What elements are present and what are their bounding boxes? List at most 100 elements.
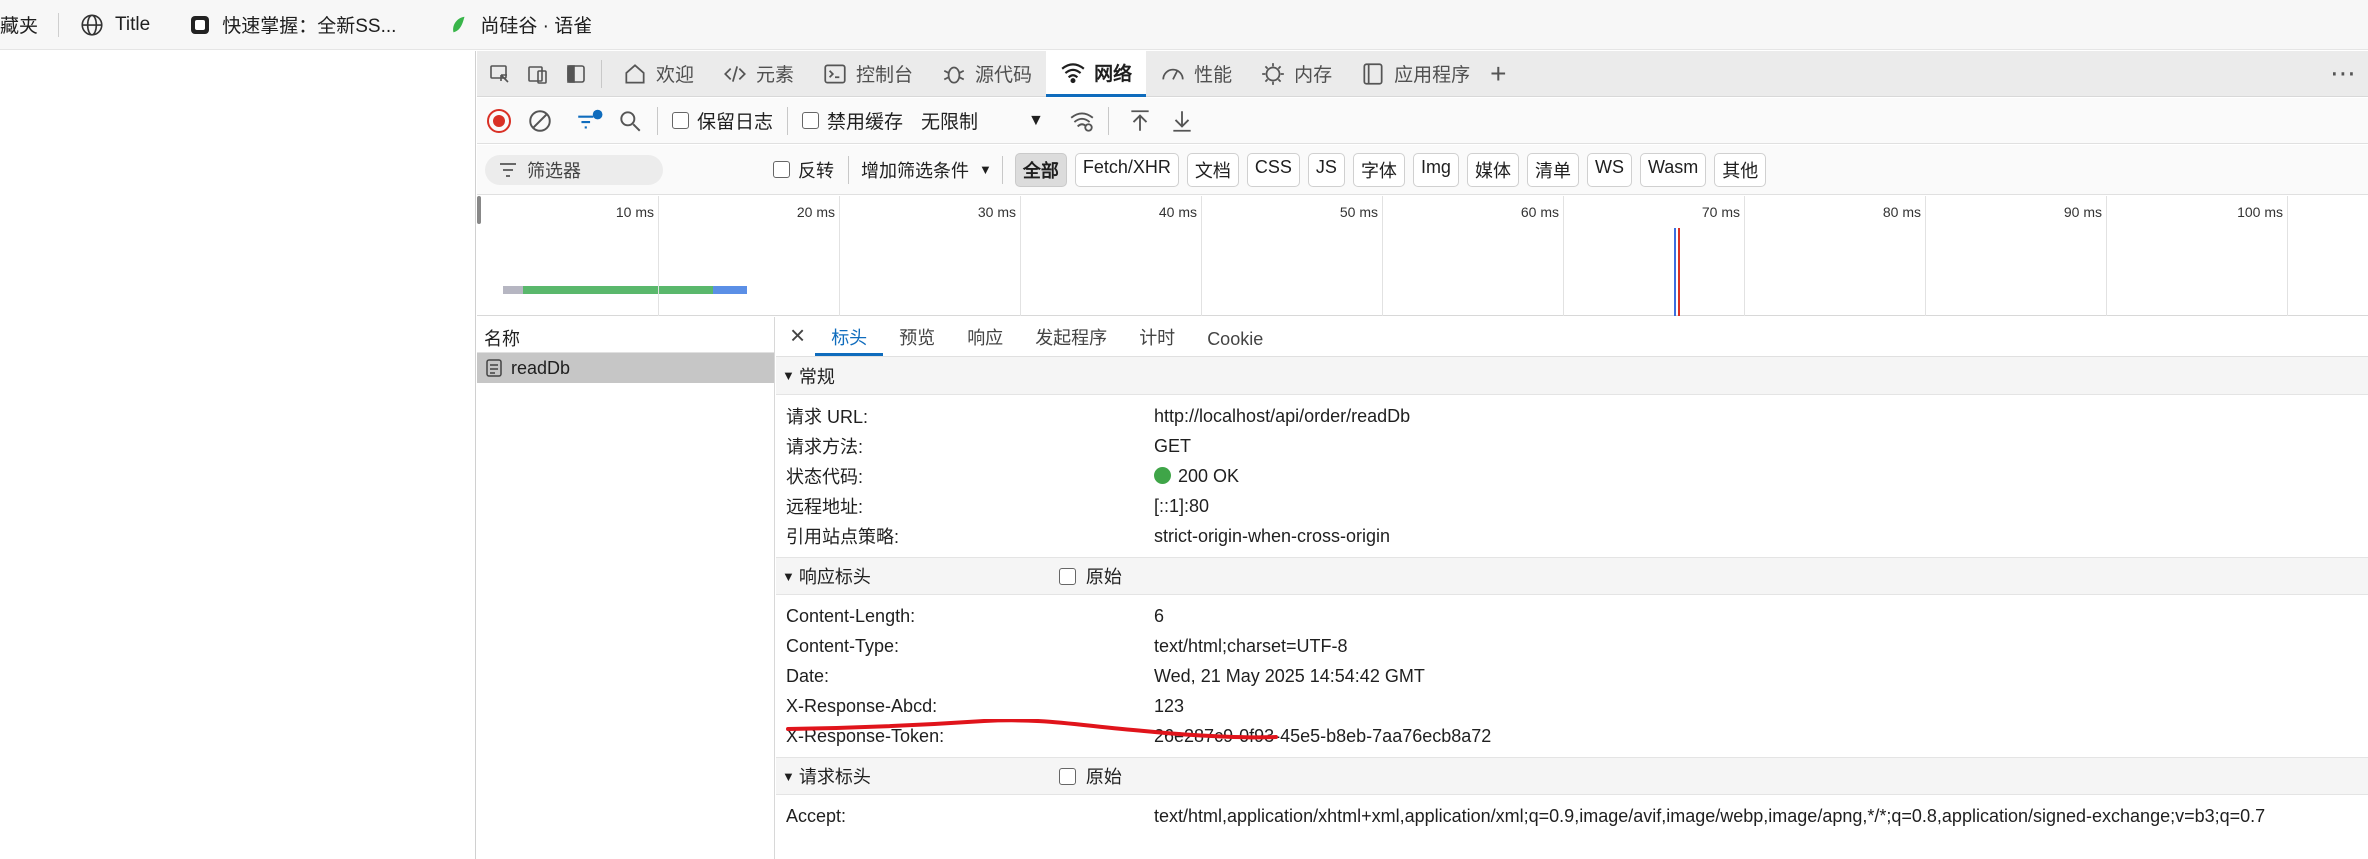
raw-request-headers-checkbox[interactable] [1058,767,1076,785]
code-icon [724,65,746,82]
type-filter-button[interactable]: Img [1412,152,1459,187]
tab-sources[interactable]: 源代码 [927,51,1046,97]
timeline-overview: 10 ms 20 ms 30 ms 40 ms 50 ms 60 ms 70 ms 80 ms… [477,196,2368,316]
request-row[interactable]: readDb [477,353,774,383]
tab-label: 内存 [1294,65,1333,86]
timeline-gridline [2287,196,2288,316]
load-marker [1678,228,1680,316]
tab-performance[interactable]: 性能 [1146,51,1246,97]
disable-cache-checkbox[interactable] [802,112,820,129]
invert-label: 反转 [798,160,834,181]
close-details-button[interactable]: × [776,322,815,356]
type-filter-button[interactable]: 清单 [1526,152,1579,187]
tab-response[interactable]: 响应 [951,324,1019,356]
add-tab-button[interactable]: + [1490,58,1506,90]
import-har-icon[interactable] [1127,108,1153,134]
header-row: 引用站点策略: strict-origin-when-cross-origin [776,521,2368,551]
header-row: 请求 URL: http://localhost/api/order/readDb [776,401,2368,431]
section-title: 请求标头 [798,767,871,787]
tab-preview[interactable]: 预览 [883,324,951,356]
timeline-left-handle[interactable] [477,196,481,224]
type-filter-button[interactable]: 其他 [1714,152,1767,187]
network-conditions-icon[interactable] [1068,108,1096,134]
record-icon [493,114,505,127]
bookmark-favorites[interactable]: 藏夹 [0,11,38,38]
bookmark-title[interactable]: Title [79,12,150,38]
more-options-button[interactable]: ⋯ [2330,58,2356,89]
tab-cookies[interactable]: Cookie [1191,329,1279,356]
header-value: text/html,application/xhtml+xml,applicat… [1154,805,2266,826]
timeline-tick-label: 100 ms [2237,204,2283,220]
more-filters-dropdown[interactable]: 增加筛选条件 ▼ [861,157,992,183]
tab-timing[interactable]: 计时 [1123,324,1191,356]
type-filter-button[interactable]: 字体 [1352,152,1405,187]
status-text: 200 OK [1178,465,1240,486]
header-value: Wed, 21 May 2025 14:54:42 GMT [1154,665,1425,686]
tab-welcome[interactable]: 欢迎 [608,51,708,97]
header-value: strict-origin-when-cross-origin [1154,525,1391,546]
filter-placeholder: 筛选器 [527,160,581,181]
request-name: readDb [511,357,571,378]
type-filter-button[interactable]: CSS [1246,152,1300,187]
name-column-header[interactable]: 名称 [477,317,774,353]
filter-icon[interactable] [575,108,603,134]
type-filter-button[interactable]: Fetch/XHR [1074,152,1179,187]
type-filter-button[interactable]: JS [1307,152,1345,187]
timeline-tick-label: 20 ms [796,204,835,220]
bookmark-ssm[interactable]: 快速掌握：全新SS... [188,11,396,38]
timeline-tick-label: 80 ms [1882,204,1921,220]
bookmark-label: 尚硅谷 · 语雀 [480,16,593,37]
timeline-tick-label: 50 ms [1339,204,1378,220]
triangle-down-icon: ▼ [782,368,795,383]
invert-checkbox[interactable] [773,161,790,178]
dock-side-icon[interactable] [563,61,589,87]
raw-response-headers-checkbox[interactable] [1058,567,1076,585]
device-toolbar-icon[interactable] [525,61,551,87]
console-icon [824,63,846,84]
tab-console[interactable]: 控制台 [808,51,927,97]
page-viewport [0,51,476,859]
timeline-tick-label: 40 ms [1158,204,1197,220]
filter-bar: 筛选器 反转 增加筛选条件 ▼ 全部 Fetch/XHR 文档 CSS JS 字体 Img 媒… [477,145,2368,195]
general-section-header[interactable]: ▼ 常规 [776,357,2368,395]
bookmark-yuque[interactable]: 尚硅谷 · 语雀 [448,11,592,38]
tab-elements[interactable]: 元素 [708,51,808,97]
bookmarks-bar: 藏夹 Title 快速掌握：全新SS... 尚硅谷 · 语雀 [0,0,2368,50]
clear-icon[interactable] [527,108,553,134]
header-key: Content-Type: [786,635,900,656]
filter-lines-icon [500,162,516,177]
response-headers-section-header[interactable]: ▼ 响应标头 原始 [776,557,2368,595]
tab-memory[interactable]: 内存 [1246,51,1346,97]
type-filter-button[interactable]: 全部 [1014,152,1067,187]
tab-initiator[interactable]: 发起程序 [1019,324,1123,356]
tab-application[interactable]: 应用程序 [1346,51,1484,97]
header-key: 请求方法: [786,437,864,457]
tab-label: 性能 [1194,65,1233,86]
tab-network[interactable]: 网络 [1046,50,1147,97]
timeline-bar-queue [503,286,523,294]
type-filter-button[interactable]: 媒体 [1466,152,1519,187]
yuque-icon [453,16,465,32]
tab-headers[interactable]: 标头 [815,324,884,356]
preserve-log-checkbox[interactable] [672,112,689,129]
tab-label: 欢迎 [656,65,695,86]
export-har-icon[interactable] [1169,108,1195,134]
inspect-icon[interactable] [487,61,513,87]
dom-content-loaded-marker [1674,228,1676,316]
section-title: 响应标头 [798,567,871,587]
type-filter-button[interactable]: Wasm [1639,152,1707,187]
throttling-select[interactable]: 无限制 ▼ [921,107,1044,134]
timeline-gridline [1744,196,1745,316]
filter-input[interactable]: 筛选器 [485,154,663,185]
header-key: 引用站点策略: [786,527,900,547]
type-filter-button[interactable]: WS [1586,152,1632,187]
app-icon [1363,62,1383,85]
toolbar-divider [787,106,789,135]
record-button[interactable] [487,108,511,133]
gauge-icon [1162,68,1184,80]
header-value: text/html;charset=UTF-8 [1154,635,1348,656]
type-filter-button[interactable]: 文档 [1186,152,1239,187]
request-headers-section-header[interactable]: ▼ 请求标头 原始 [776,757,2368,795]
search-icon[interactable] [617,108,643,134]
header-row: Content-Length: 6 [776,601,2368,631]
